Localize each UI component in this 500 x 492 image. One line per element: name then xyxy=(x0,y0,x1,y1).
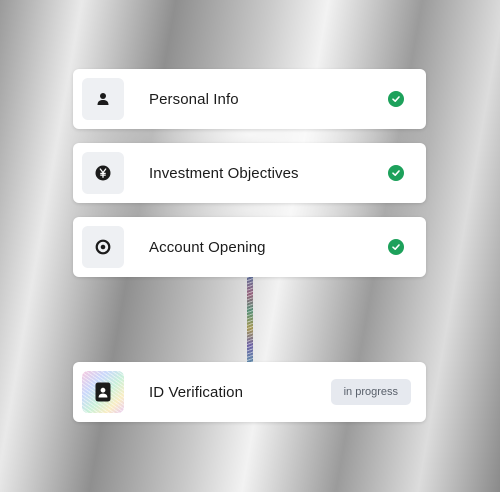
target-icon xyxy=(95,239,111,255)
step-label: Account Opening xyxy=(149,238,266,256)
step-label: ID Verification xyxy=(149,383,244,401)
person-icon xyxy=(97,93,109,105)
step-icon-box xyxy=(82,371,124,413)
step-label: Investment Objectives xyxy=(149,164,299,182)
step-id-verification[interactable]: ID Verification in progress xyxy=(73,362,426,422)
step-investment-objectives[interactable]: Investment Objectives xyxy=(73,143,426,203)
step-connector xyxy=(247,277,253,362)
check-icon xyxy=(388,165,404,181)
step-icon-box xyxy=(82,78,124,120)
background-frame: Personal Info Investment Objectives Acco… xyxy=(0,0,500,492)
step-icon-box xyxy=(82,152,124,194)
yen-icon xyxy=(95,165,111,181)
check-icon xyxy=(388,239,404,255)
check-icon xyxy=(388,91,404,107)
step-label: Personal Info xyxy=(149,90,239,108)
id-card-icon xyxy=(95,382,111,402)
status-badge: in progress xyxy=(330,379,411,405)
step-account-opening[interactable]: Account Opening xyxy=(73,217,426,277)
step-icon-box xyxy=(82,226,124,268)
step-personal-info[interactable]: Personal Info xyxy=(73,69,426,129)
